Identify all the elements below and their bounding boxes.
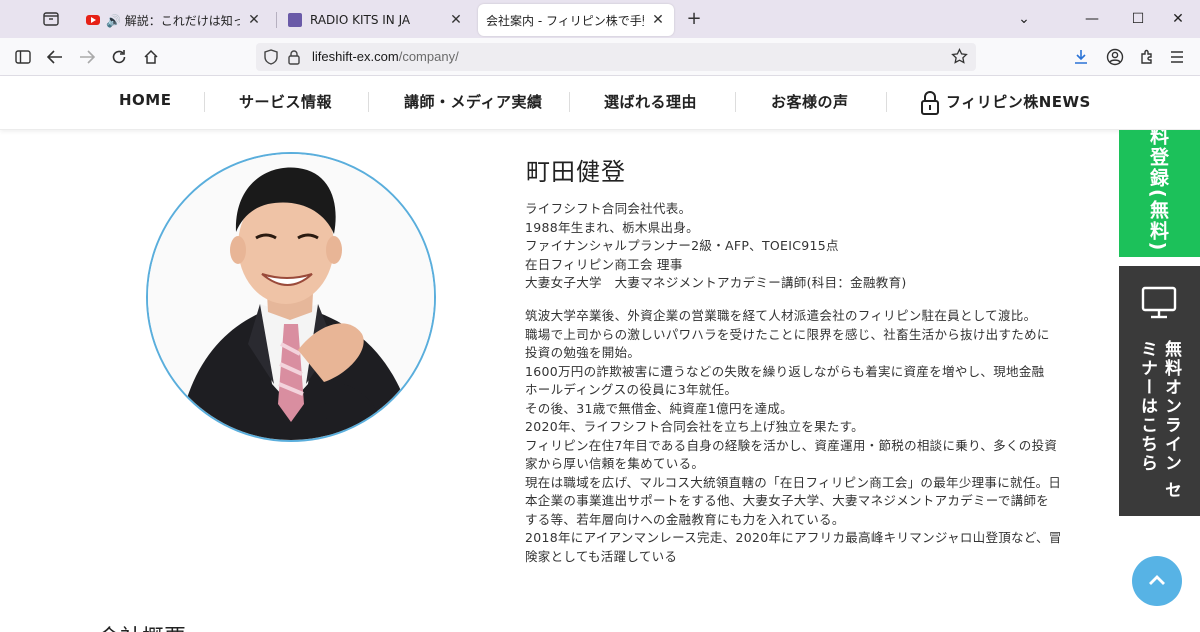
summary-line: 大妻女子大学 大妻マネジメントアカデミー講師(科目：金融教育)	[525, 275, 907, 290]
bio-line: 投資の勉強を開始。	[525, 345, 641, 360]
tab-overflow-chevron-icon[interactable]: ⌄	[1014, 9, 1034, 29]
reload-icon[interactable]	[108, 46, 130, 68]
nav-divider	[204, 92, 205, 112]
url-host: lifeshift-ex.com	[312, 49, 399, 64]
nav-divider	[368, 92, 369, 112]
online-seminar-label-line: 無料オンライン	[1161, 340, 1181, 473]
free-registration-side-button[interactable]: 料登録(無料)	[1119, 130, 1200, 257]
nav-divider	[886, 92, 887, 112]
maximize-icon[interactable]: ☐	[1128, 9, 1148, 29]
nav-item-reasons[interactable]: 選ばれる理由	[604, 91, 697, 112]
radio-kits-favicon-icon	[288, 13, 302, 27]
minimize-icon[interactable]: —	[1082, 9, 1102, 29]
bio-line: フィリピン在住7年目である自身の経験を活かし、資産運用・節税の相談に乗り、多くの…	[525, 437, 1058, 453]
lock-icon[interactable]	[288, 49, 300, 69]
online-seminar-label: 無料オンライン セミナーはこちら	[1135, 340, 1183, 516]
youtube-favicon-icon	[86, 15, 100, 25]
address-bar[interactable]: lifeshift-ex.com/company/	[256, 43, 976, 71]
extensions-icon[interactable]	[1136, 46, 1158, 68]
bio-line: 現在は職域を広げ、マルコス大統領直轄の「在日フィリピン商工会」の最年少理事に就任…	[525, 474, 1062, 490]
sidebar-toggle-icon[interactable]	[12, 46, 34, 68]
chevron-up-icon	[1147, 572, 1167, 591]
shield-icon[interactable]	[264, 49, 278, 69]
profile-summary: ライフシフト合同会社代表。 1988年生まれ、栃木県出身。 ファイナンシャルプラ…	[525, 200, 1115, 293]
profile-bio: 筑波大学卒業後、外資企業の営業職を経て人材派遣会社のフィリピン駐在員として渡比。…	[525, 307, 1115, 566]
online-seminar-side-button[interactable]: 無料オンライン セミナーはこちら	[1119, 266, 1200, 516]
nav-divider	[735, 92, 736, 112]
summary-line: ライフシフト合同会社代表。	[525, 201, 692, 216]
bio-line: 本企業の事業進出サポートをする他、大妻女子大学、大妻マネジメントアカデミーで講師…	[525, 493, 1050, 508]
back-arrow-icon[interactable]	[44, 46, 66, 68]
section-heading-company-overview: 会社概要	[98, 620, 186, 632]
nav-divider	[569, 92, 570, 112]
computer-monitor-icon	[1140, 284, 1178, 322]
download-icon[interactable]	[1070, 46, 1092, 68]
summary-line: ファイナンシャルプランナー2級・AFP、TOEIC915点	[525, 238, 839, 253]
bio-line: 2018年にアイアンマンレース完走、2020年にアフリカ最高峰キリマンジャロ山登…	[525, 530, 1062, 545]
url-path: /company/	[398, 49, 459, 64]
account-icon[interactable]	[1104, 46, 1126, 68]
bookmark-star-icon[interactable]	[951, 47, 968, 69]
tab-close-icon[interactable]: ✕	[246, 12, 262, 28]
bio-line: 険家としても活躍している	[525, 548, 678, 564]
site-header-nav: HOME サービス情報 講師・メディア実績 選ばれる理由 お客様の声 フィリピン…	[0, 76, 1200, 130]
close-window-icon[interactable]: ✕	[1168, 9, 1188, 29]
free-registration-label: 料登録(無料)	[1147, 130, 1169, 253]
tab-title: 会社案内 - フィリピン株で手堅く資産を	[486, 13, 644, 28]
tab-youtube[interactable]: 🔊 解説：これだけは知っておきた ✕	[78, 4, 270, 36]
nav-item-lecturer-media[interactable]: 講師・メディア実績	[404, 91, 542, 112]
new-tab-icon[interactable]: +	[684, 9, 704, 29]
back-to-top-button[interactable]	[1132, 556, 1182, 606]
home-icon[interactable]	[140, 46, 162, 68]
nav-item-home[interactable]: HOME	[119, 91, 171, 109]
summary-line: 1988年生まれ、栃木県出身。	[525, 219, 699, 235]
browser-toolbar: lifeshift-ex.com/company/	[0, 38, 1200, 76]
bio-line: 2020年、ライフシフト合同会社を立ち上げ独立を果たす。	[525, 419, 864, 434]
tab-divider	[276, 12, 277, 28]
profile-photo	[146, 152, 436, 442]
bio-line: 筑波大学卒業後、外資企業の営業職を経て人材派遣会社のフィリピン駐在員として渡比。	[525, 308, 1037, 323]
menu-icon[interactable]	[1166, 46, 1188, 68]
tab-company-active[interactable]: 会社案内 - フィリピン株で手堅く資産を ✕	[478, 4, 674, 36]
tab-title: RADIO KITS IN JA	[310, 13, 411, 27]
tab-close-icon[interactable]: ✕	[448, 12, 464, 28]
padlock-icon	[920, 90, 940, 120]
nav-item-testimonials[interactable]: お客様の声	[771, 91, 849, 112]
profile-name: 町田健登	[526, 158, 626, 186]
tab-title: 🔊 解説：これだけは知っておきた	[106, 13, 240, 28]
bio-line: する等、若年層向けへの金融教育にも力を入れている。	[525, 511, 845, 527]
bio-line: ホールディングスの役員に3年就任。	[525, 382, 738, 397]
bio-line: 家から厚い信頼を集めている。	[525, 456, 705, 471]
tab-radio-kits[interactable]: RADIO KITS IN JA ✕	[280, 4, 472, 36]
nav-item-services[interactable]: サービス情報	[239, 91, 332, 112]
bio-line: 1600万円の詐欺被害に遭うなどの失敗を繰り返しながらも着実に資産を増やし、現地…	[525, 363, 1045, 379]
url-text: lifeshift-ex.com/company/	[312, 49, 459, 64]
tab-list-icon[interactable]	[42, 10, 60, 28]
bio-line: 職場で上司からの激しいパワハラを受けたことに限界を感じ、社畜生活から抜け出すため…	[525, 326, 1050, 342]
browser-tab-strip: 🔊 解説：これだけは知っておきた ✕ RADIO KITS IN JA ✕ 会社…	[0, 0, 1200, 38]
summary-line: 在日フィリピン商工会 理事	[525, 256, 683, 272]
forward-arrow-icon[interactable]	[76, 46, 98, 68]
bio-line: その後、31歳で無借金、純資産1億円を達成。	[525, 400, 793, 416]
tab-close-icon[interactable]: ✕	[650, 12, 666, 28]
nav-item-philippine-stock-news[interactable]: フィリピン株NEWS	[946, 91, 1091, 112]
